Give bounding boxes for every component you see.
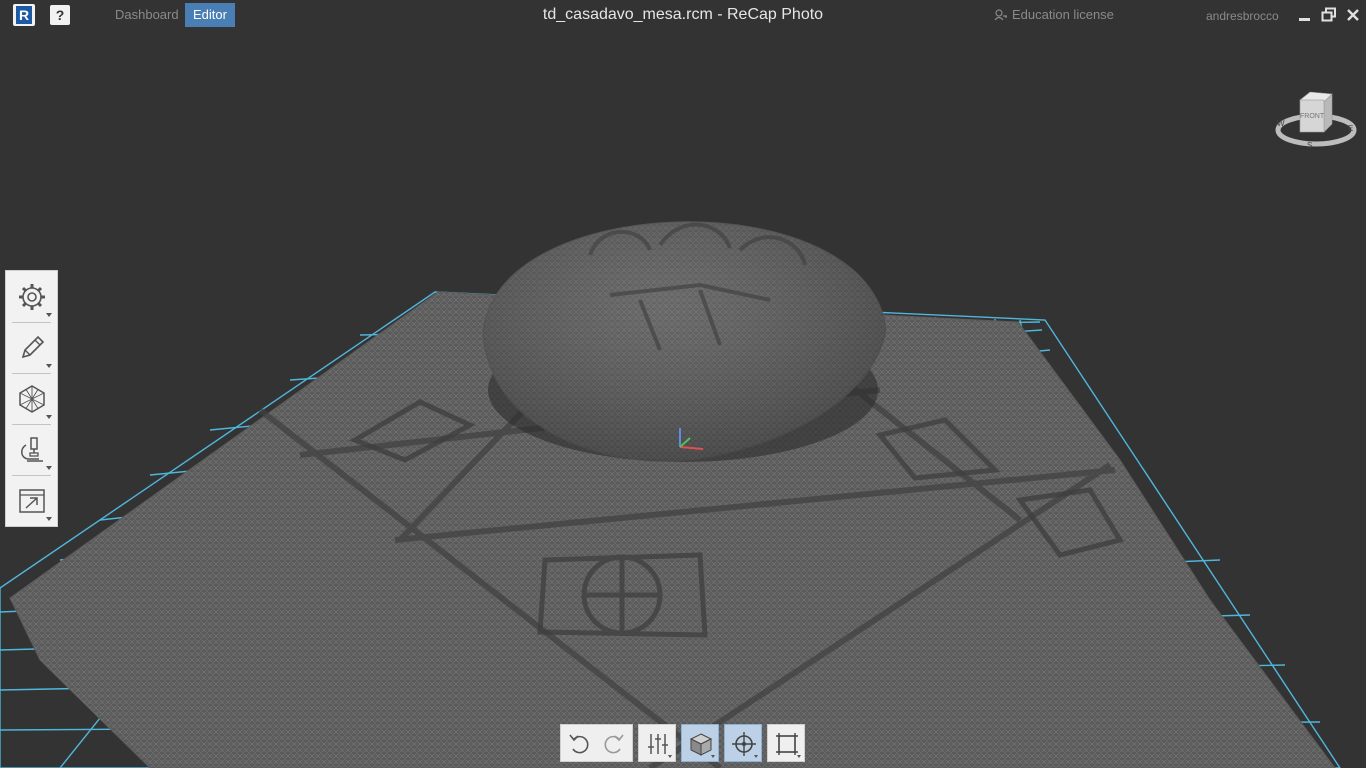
view-cube-face-label: FRONT <box>1300 113 1325 120</box>
export-icon <box>19 489 45 513</box>
undo-button[interactable] <box>561 724 597 762</box>
tab-editor[interactable]: Editor <box>185 3 235 27</box>
expand-indicator <box>797 755 801 758</box>
compass-east-label: E <box>1348 124 1354 133</box>
pencil-icon <box>21 335 45 359</box>
analyze-button[interactable] <box>6 424 57 475</box>
undo-icon <box>569 734 589 754</box>
license-indicator[interactable]: Education license <box>994 7 1114 22</box>
redo-button[interactable] <box>597 724 632 762</box>
expand-indicator <box>668 755 672 758</box>
fit-frame-icon <box>776 733 798 755</box>
close-button[interactable] <box>1345 7 1361 23</box>
restore-icon <box>1321 7 1336 22</box>
expand-indicator <box>754 755 758 758</box>
title-bar: R ? Dashboard Editor td_casadavo_mesa.rc… <box>0 0 1366 32</box>
restore-button[interactable] <box>1321 7 1337 23</box>
compass-west-label: W <box>1277 119 1285 128</box>
tab-dashboard[interactable]: Dashboard <box>107 3 187 27</box>
minimize-button[interactable] <box>1297 7 1313 23</box>
user-key-icon <box>994 9 1007 21</box>
export-button[interactable] <box>6 475 57 526</box>
expand-indicator <box>46 517 52 521</box>
view-cube[interactable] <box>1274 90 1358 152</box>
redo-icon <box>604 734 624 754</box>
recap-logo[interactable]: R <box>13 4 35 26</box>
expand-indicator <box>711 755 715 758</box>
close-icon <box>1347 9 1359 21</box>
expand-indicator <box>46 364 52 368</box>
gear-icon <box>19 284 45 310</box>
render-mode-button[interactable] <box>681 724 719 762</box>
left-toolbar <box>5 270 58 527</box>
username[interactable]: andresbrocco <box>1206 9 1279 23</box>
view-cube-icon <box>1275 91 1357 147</box>
sliders-icon <box>648 734 668 754</box>
adjust-button[interactable] <box>638 724 676 762</box>
pivot-button[interactable] <box>724 724 762 762</box>
help-button[interactable]: ? <box>50 5 70 25</box>
settings-button[interactable] <box>6 271 57 322</box>
expand-indicator <box>46 313 52 317</box>
mesh-button[interactable] <box>6 373 57 424</box>
hexagon-mesh-icon <box>19 385 45 413</box>
minimize-icon <box>1299 18 1310 21</box>
expand-indicator <box>46 466 52 470</box>
edit-button[interactable] <box>6 322 57 373</box>
cube-icon <box>689 733 713 756</box>
fit-view-button[interactable] <box>767 724 805 762</box>
license-label: Education license <box>1012 7 1114 22</box>
compass-south-label: S <box>1307 141 1313 150</box>
microscope-icon <box>21 437 43 462</box>
logo-letter: R <box>16 6 32 24</box>
expand-indicator <box>46 415 52 419</box>
dome-mesh <box>482 221 887 462</box>
mesh-scene[interactable] <box>0 32 1366 768</box>
crosshair-icon <box>732 732 756 756</box>
3d-viewport[interactable]: FRONT W S E <box>0 32 1366 768</box>
